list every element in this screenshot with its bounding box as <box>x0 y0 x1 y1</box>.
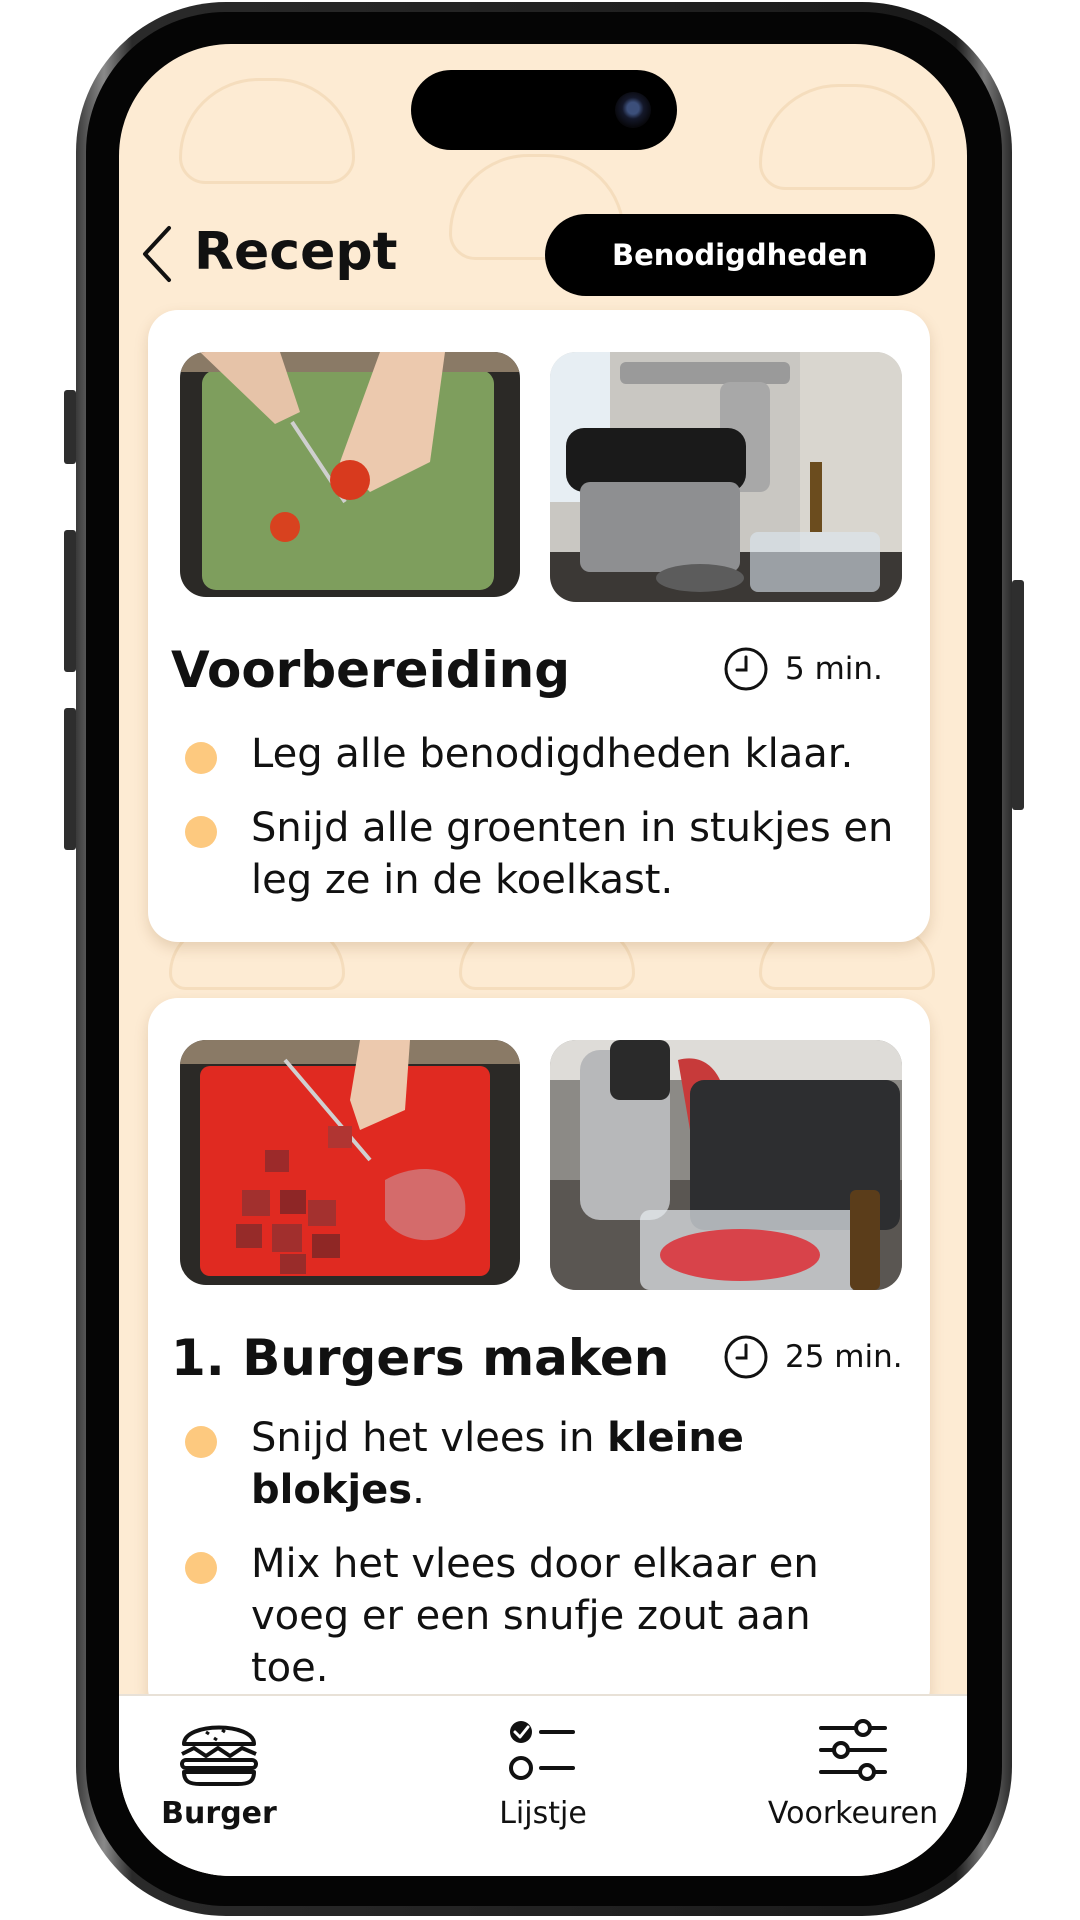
clock-icon <box>724 647 768 691</box>
instruction-text: Mix het vlees door elkaar en voeg er een… <box>251 1541 819 1691</box>
page-title: Recept <box>194 222 398 282</box>
side-button-volume-up <box>64 530 76 672</box>
instruction-text-prefix: Snijd het vlees in <box>251 1415 608 1461</box>
side-button-volume-down <box>64 708 76 850</box>
page-header: Recept Benodigdheden <box>119 174 967 296</box>
instruction-item: Mix het vlees door elkaar en voeg er een… <box>181 1538 900 1694</box>
step-title: 1. Burgers maken <box>171 1329 670 1387</box>
side-button-action <box>64 390 76 464</box>
front-camera <box>615 92 651 128</box>
instruction-item: Snijd het vlees in kleine blokjes. <box>181 1412 900 1516</box>
tab-label: Lijstje <box>499 1796 587 1831</box>
instruction-text: Snijd alle groenten in stukjes en leg ze… <box>251 805 894 903</box>
step-duration: 5 min. <box>723 645 883 693</box>
instruction-text-suffix: . <box>412 1467 425 1513</box>
instruction-list: Leg alle benodigdheden klaar. Snijd alle… <box>181 728 900 928</box>
bottom-tab-bar: Burger Lijstje Voorkeuren <box>119 1694 967 1876</box>
photo-meat-grinder <box>550 352 902 602</box>
recipe-step-card: 1. Burgers maken 25 min. Snijd het vlees… <box>148 998 930 1718</box>
checklist-icon <box>509 1721 575 1780</box>
instruction-item: Leg alle benodigdheden klaar. <box>181 728 900 780</box>
step-duration: 25 min. <box>723 1333 903 1381</box>
background-burger-pattern <box>179 78 355 184</box>
bullet-dot <box>185 1426 217 1458</box>
duration-text: 25 min. <box>785 1339 903 1375</box>
recipe-step-card: Voorbereiding 5 min. Leg alle benodigdhe… <box>148 310 930 942</box>
app-screen: Recept Benodigdheden Voorbereiding 5 min… <box>119 44 967 1876</box>
back-button[interactable] <box>139 224 179 284</box>
tab-voorkeuren[interactable]: Voorkeuren <box>723 1714 967 1854</box>
instruction-item: Snijd alle groenten in stukjes en leg ze… <box>181 802 900 906</box>
burger-icon <box>180 1725 258 1786</box>
instruction-list: Snijd het vlees in kleine blokjes. Mix h… <box>181 1412 900 1716</box>
photo-cutting-meat <box>180 1040 520 1285</box>
sliders-icon <box>819 1719 887 1781</box>
step-title: Voorbereiding <box>171 641 571 699</box>
tab-lijstje[interactable]: Lijstje <box>413 1714 673 1854</box>
tab-label: Burger <box>161 1796 277 1831</box>
tab-label: Voorkeuren <box>767 1796 939 1831</box>
duration-text: 5 min. <box>785 651 883 687</box>
bullet-dot <box>185 816 217 848</box>
photo-grinding-meat <box>550 1040 902 1290</box>
bullet-dot <box>185 742 217 774</box>
clock-icon <box>724 1335 768 1379</box>
side-button-power <box>1012 580 1024 810</box>
chevron-left-icon <box>143 226 171 282</box>
dynamic-island <box>411 70 677 150</box>
tab-burger[interactable]: Burger <box>119 1714 349 1854</box>
supplies-button[interactable]: Benodigdheden <box>545 214 935 296</box>
bullet-dot <box>185 1552 217 1584</box>
photo-cutting-tomato <box>180 352 520 597</box>
instruction-text: Leg alle benodigdheden klaar. <box>251 731 854 777</box>
